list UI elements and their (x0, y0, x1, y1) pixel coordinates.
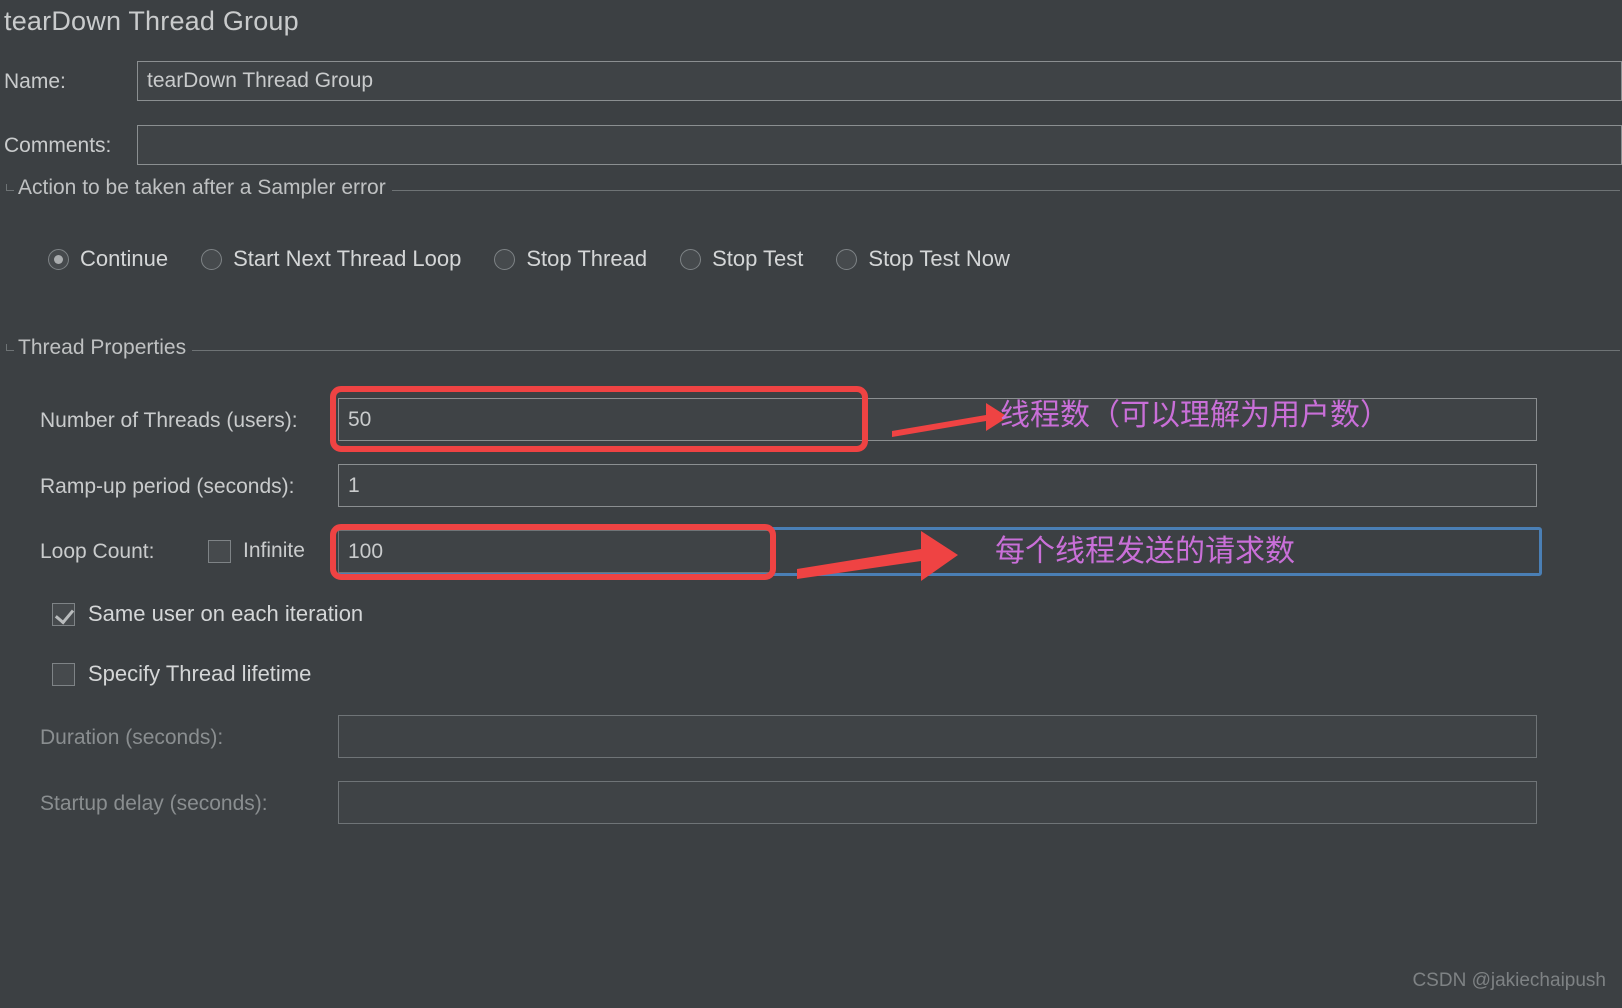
page-title: tearDown Thread Group (4, 6, 299, 36)
duration-label: Duration (seconds): (40, 726, 224, 749)
radio-stop-thread-label: Stop Thread (526, 246, 648, 271)
ramp-up-period-input[interactable] (338, 464, 1537, 507)
radio-unselected-icon (494, 248, 516, 270)
radio-selected-icon (48, 248, 69, 270)
radio-start-next-thread-loop-label: Start Next Thread Loop (233, 246, 462, 271)
radio-continue-label: Continue (80, 246, 169, 271)
same-user-checkbox-label: Same user on each iteration (88, 601, 364, 626)
duration-input (338, 715, 1537, 758)
number-of-threads-label: Number of Threads (users): (40, 409, 298, 432)
comments-input[interactable] (137, 125, 1622, 165)
loop-count-label: Loop Count: (40, 540, 155, 563)
radio-unselected-icon (836, 248, 858, 270)
name-input[interactable] (137, 61, 1622, 101)
specify-thread-lifetime-label: Specify Thread lifetime (88, 661, 312, 686)
radio-stop-thread[interactable]: Stop Thread (494, 246, 647, 272)
name-label: Name: (4, 70, 66, 93)
sampler-error-group-legend: Action to be taken after a Sampler error (14, 176, 392, 200)
annotation-text-threads: 线程数（可以理解为用户数） (1000, 398, 1390, 433)
checkbox-checked-icon (52, 602, 75, 626)
radio-stop-test-label: Stop Test (712, 246, 804, 271)
radio-unselected-icon (201, 248, 223, 270)
radio-unselected-icon (680, 248, 702, 270)
comments-label: Comments: (4, 134, 112, 157)
radio-stop-test[interactable]: Stop Test (680, 246, 803, 272)
startup-delay-input (338, 781, 1537, 824)
loop-count-input[interactable] (338, 530, 772, 573)
infinite-checkbox-label: Infinite (243, 539, 305, 562)
same-user-checkbox[interactable]: Same user on each iteration (52, 601, 363, 627)
radio-continue[interactable]: Continue (48, 246, 168, 272)
thread-properties-group-legend: Thread Properties (14, 336, 193, 360)
specify-thread-lifetime-checkbox[interactable]: Specify Thread lifetime (52, 661, 311, 687)
radio-stop-test-now-label: Stop Test Now (868, 246, 1010, 271)
group-border-line (6, 350, 1620, 351)
ramp-up-period-label: Ramp-up period (seconds): (40, 475, 295, 498)
infinite-checkbox[interactable]: Infinite (208, 539, 305, 563)
checkbox-unchecked-icon (52, 662, 75, 686)
sampler-error-radio-group: Continue Start Next Thread Loop Stop Thr… (48, 246, 1010, 272)
radio-stop-test-now[interactable]: Stop Test Now (836, 246, 1010, 272)
sampler-error-group: Action to be taken after a Sampler error… (0, 176, 1622, 296)
annotation-text-loop: 每个线程发送的请求数 (995, 534, 1295, 569)
checkbox-unchecked-icon (208, 539, 231, 563)
startup-delay-label: Startup delay (seconds): (40, 792, 268, 815)
watermark: CSDN @jakiechaipush (1412, 970, 1606, 991)
radio-start-next-thread-loop[interactable]: Start Next Thread Loop (201, 246, 461, 272)
